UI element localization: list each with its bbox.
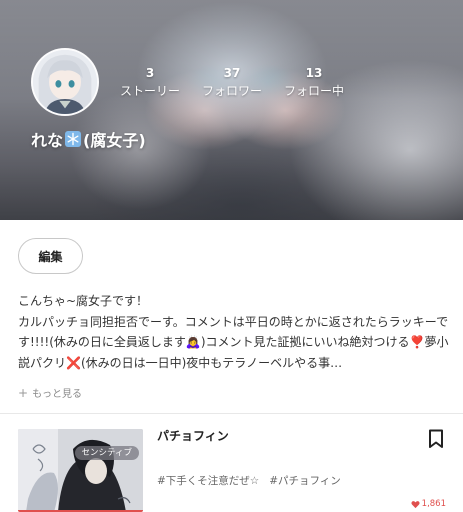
show-more-link[interactable]: + もっと見る [18, 385, 83, 401]
username-prefix: れな [31, 131, 64, 150]
profile-bio: こんちゃ~腐女子です！ カルパッチョ同担拒否でーす。コメントは平日の時とかに返さ… [18, 294, 449, 370]
show-more-label: もっと見る [32, 389, 83, 400]
avatar[interactable] [31, 48, 99, 116]
profile-header: 3 ストーリー 37 フォロワー 13 フォロー中 れな (腐女子) [0, 0, 463, 220]
story-tag[interactable]: #下手くそ注意だぜ☆ [157, 473, 259, 488]
stat-following[interactable]: 13 フォロー中 [274, 66, 354, 99]
stat-label: ストーリー [119, 84, 180, 98]
like-count: 1,861 [411, 499, 446, 509]
heart-icon [411, 500, 420, 509]
like-count-value: 1,861 [421, 499, 446, 509]
story-tag[interactable]: #パチョフィン [269, 473, 341, 488]
stat-count: 3 [145, 66, 155, 80]
snowflake-icon [64, 130, 82, 148]
stat-count: 13 [305, 66, 323, 80]
edit-profile-button[interactable]: 編集 [18, 238, 83, 274]
stat-followers[interactable]: 37 フォロワー [192, 66, 272, 99]
story-card[interactable]: センシティブ パチョフィン #下手くそ注意だぜ☆ #パチョフィン 1,861 [0, 414, 463, 512]
story-tags: #下手くそ注意だぜ☆ #パチョフィン [157, 473, 341, 488]
bookmark-icon[interactable] [428, 429, 446, 449]
avatar-image [33, 50, 97, 114]
stat-stories[interactable]: 3 ストーリー [110, 66, 190, 99]
stat-label: フォロー中 [283, 84, 344, 98]
stat-label: フォロワー [201, 84, 262, 98]
story-cover[interactable]: センシティブ [18, 429, 143, 512]
plus-icon: + [18, 385, 29, 400]
story-title[interactable]: パチョフィン [157, 427, 229, 444]
stat-count: 37 [223, 66, 241, 80]
username-suffix: (腐女子) [83, 131, 146, 150]
username: れな (腐女子) [31, 127, 146, 151]
story-cover-image [18, 429, 143, 512]
sensitive-badge: センシティブ [74, 446, 139, 460]
